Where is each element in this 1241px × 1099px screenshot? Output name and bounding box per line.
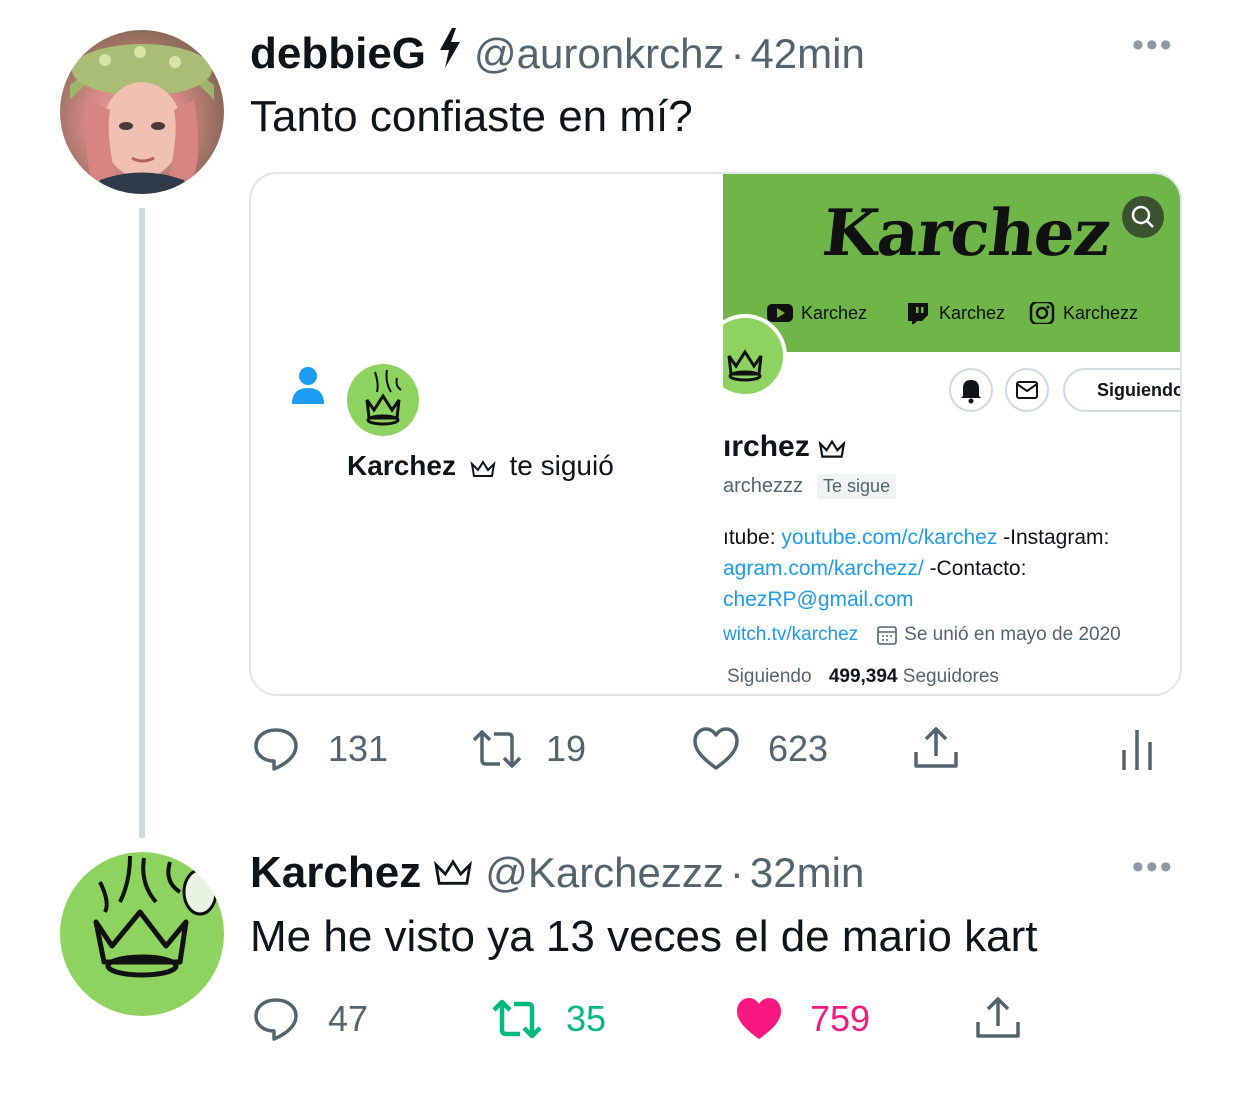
tweet2-more-icon[interactable]: ••• (1132, 848, 1174, 887)
karchez-small-avatar (347, 364, 419, 436)
profile-handle-row: archezzz Te sigue (723, 474, 897, 499)
tweet1-more-icon[interactable]: ••• (1132, 26, 1174, 65)
tweet2-header: Karchez @Karchezzz · 32min (250, 848, 864, 898)
profile-banner: Karchez Karchez Karchez Karchezz (723, 174, 1180, 352)
tweet2-timestamp[interactable]: 32min (750, 849, 864, 897)
profile-website: witch.tv/karchez (723, 624, 859, 645)
crown-icon (818, 439, 846, 458)
debbieg-avatar[interactable] (60, 30, 224, 194)
tweet2-share-button[interactable] (974, 994, 1050, 1042)
follow-notification-text: Karchez te siguió (347, 450, 614, 482)
tweet2-text: Me he visto ya 13 veces el de mario kart (250, 912, 1038, 961)
tweet1-handle[interactable]: @auronkrchz (474, 30, 724, 78)
tweet1-retweet-count: 19 (546, 728, 587, 769)
follow-notification-screenshot: Karchez te siguió (251, 174, 723, 694)
tweet1-like-count: 623 (768, 728, 829, 769)
profile-follow-counts: Siguiendo 499,394 Seguidores (727, 666, 999, 687)
share-icon (914, 727, 958, 768)
tweet1-timestamp[interactable]: 42min (750, 30, 864, 78)
instagram-icon (1029, 302, 1055, 324)
tweet1-reply-count: 131 (328, 728, 389, 769)
banner-instagram: Karchezz (1029, 302, 1138, 324)
tweet2-separator: · (729, 849, 744, 896)
tweet2-reply-button[interactable]: 47 (252, 996, 368, 1042)
notifications-bell-icon (949, 368, 993, 412)
tweet1-separator: · (730, 30, 745, 77)
tweet2-like-button[interactable]: 759 (734, 996, 870, 1042)
karchez-avatar[interactable] (60, 852, 224, 1016)
tweet1-display-name[interactable]: debbieG (250, 29, 426, 79)
retweet-icon (492, 999, 542, 1039)
person-icon (292, 367, 324, 404)
tweet1-media-image[interactable]: Karchez te siguió Karchez Karchez Karche… (249, 172, 1182, 696)
tweet2-like-count: 759 (810, 998, 871, 1039)
profile-name: ırchez (723, 430, 846, 464)
analytics-icon (1122, 730, 1152, 770)
profile-meta: witch.tv/karchez Se unió en mayo de 2020 (723, 624, 1121, 646)
crown-logo-icon (93, 855, 218, 978)
heart-icon (693, 727, 739, 770)
notification-action: te siguió (509, 450, 614, 481)
youtube-icon (767, 304, 793, 322)
tweet2-retweet-button[interactable]: 35 (490, 996, 606, 1042)
retweet-icon (472, 730, 522, 768)
banner-youtube: Karchez (767, 302, 867, 324)
crown-icon (433, 855, 473, 892)
share-icon (976, 997, 1020, 1038)
search-icon (1122, 196, 1164, 238)
crown-icon (470, 459, 496, 477)
tweet2-retweet-count: 35 (566, 998, 607, 1039)
twitch-icon (908, 303, 928, 324)
thread-connector-line (139, 208, 145, 838)
tweet2-reply-count: 47 (328, 998, 369, 1039)
message-icon (1005, 368, 1049, 412)
tweet1-like-button[interactable]: 623 (692, 726, 828, 772)
banner-title: Karchez (819, 196, 1114, 271)
tweet2-display-name[interactable]: Karchez (250, 848, 421, 898)
heart-filled-icon (737, 998, 781, 1039)
follows-you-badge: Te sigue (817, 474, 897, 499)
tweet1-header: debbieG @auronkrchz · 42min (250, 28, 865, 79)
reply-icon (254, 728, 298, 771)
tweet1-retweet-button[interactable]: 19 (470, 726, 586, 772)
avatar-photo-icon (70, 44, 214, 194)
tweet1-analytics-button[interactable] (1120, 724, 1182, 772)
profile-screenshot: Karchez Karchez Karchez Karchezz Siguien… (723, 174, 1180, 694)
tweet2-handle[interactable]: @Karchezzz (485, 849, 724, 897)
banner-twitch: Karchez (905, 302, 1005, 324)
notification-name: Karchez (347, 450, 456, 481)
profile-bio: ıtube: youtube.com/c/karchez -Instagram:… (723, 526, 1110, 611)
following-button: Siguiendo (1063, 368, 1180, 412)
tweet1-share-button[interactable] (912, 724, 988, 772)
crown-logo-icon (727, 349, 763, 382)
reply-icon (254, 998, 298, 1041)
tweet1-reply-button[interactable]: 131 (252, 726, 388, 772)
calendar-icon (877, 626, 897, 645)
crown-logo-icon (365, 369, 402, 426)
profile-handle: archezzz (723, 475, 804, 497)
profile-joined: Se unió en mayo de 2020 (904, 624, 1121, 645)
tweet1-text: Tanto confiaste en mí? (250, 92, 693, 141)
lightning-icon (438, 28, 462, 73)
